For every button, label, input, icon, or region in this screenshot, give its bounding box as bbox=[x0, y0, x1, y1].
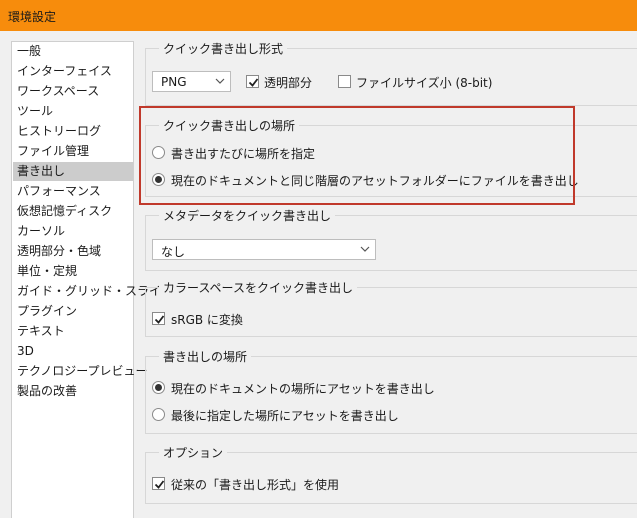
sidebar-item-technology-previews[interactable]: テクノロジープレビュー bbox=[13, 362, 148, 381]
sidebar-item-general[interactable]: 一般 bbox=[13, 42, 133, 61]
current-doc-location-label: 現在のドキュメントの場所にアセットを書き出し bbox=[171, 382, 435, 396]
sidebar-item-cursors[interactable]: カーソル bbox=[13, 222, 133, 241]
window-title: 環境設定 bbox=[8, 10, 57, 24]
options-title: オプション bbox=[159, 444, 228, 461]
sidebar-item-plugins[interactable]: プラグイン bbox=[13, 302, 133, 321]
sidebar-item-interface[interactable]: インターフェイス bbox=[13, 62, 133, 81]
sidebar-item-scratch-disks[interactable]: 仮想記憶ディスク bbox=[13, 202, 133, 221]
metadata-title: メタデータをクイック書き出し bbox=[159, 207, 336, 224]
highlight-box bbox=[139, 106, 575, 205]
sidebar-item-export[interactable]: 書き出し bbox=[13, 162, 133, 181]
legacy-export-label: 従来の「書き出し形式」を使用 bbox=[171, 478, 340, 492]
sidebar-item-transparency-gamut[interactable]: 透明部分・色域 bbox=[13, 242, 133, 261]
title-bar: 環境設定 bbox=[0, 0, 637, 31]
colorspace-title: カラースペースをクイック書き出し bbox=[159, 279, 357, 296]
sidebar-item-type[interactable]: テキスト bbox=[13, 322, 133, 341]
sidebar-item-workspace[interactable]: ワークスペース bbox=[13, 82, 133, 101]
transparency-label: 透明部分 bbox=[264, 76, 313, 90]
checkmark-icon bbox=[154, 480, 165, 489]
current-doc-location-radio[interactable] bbox=[152, 381, 165, 394]
small-file-checkbox[interactable] bbox=[338, 75, 351, 88]
small-file-label: ファイルサイズ小 (8-bit) bbox=[356, 76, 493, 90]
chevron-down-icon bbox=[360, 246, 370, 252]
last-used-location-label: 最後に指定した場所にアセットを書き出し bbox=[171, 409, 399, 423]
last-used-location-radio[interactable] bbox=[152, 408, 165, 421]
format-select-value: PNG bbox=[161, 75, 187, 89]
srgb-checkbox[interactable] bbox=[152, 312, 165, 325]
sidebar-item-product-improvement[interactable]: 製品の改善 bbox=[13, 382, 133, 401]
srgb-label: sRGB に変換 bbox=[171, 313, 243, 327]
export-location-title: 書き出しの場所 bbox=[159, 348, 252, 365]
transparency-checkbox[interactable] bbox=[246, 75, 259, 88]
category-list[interactable]: 一般 インターフェイス ワークスペース ツール ヒストリーログ ファイル管理 書… bbox=[11, 41, 173, 518]
sidebar-item-tools[interactable]: ツール bbox=[13, 102, 133, 121]
sidebar-item-guides-grid-slices[interactable]: ガイド・グリッド・スライス bbox=[13, 282, 173, 301]
sidebar-item-performance[interactable]: パフォーマンス bbox=[13, 182, 133, 201]
format-select[interactable]: PNG bbox=[152, 71, 231, 92]
legacy-export-checkbox[interactable] bbox=[152, 477, 165, 490]
metadata-select-value: なし bbox=[161, 245, 186, 259]
quick-export-format-title: クイック書き出し形式 bbox=[159, 40, 288, 57]
checkmark-icon bbox=[154, 315, 165, 324]
checkmark-icon bbox=[248, 78, 259, 87]
sidebar-item-3d[interactable]: 3D bbox=[13, 342, 133, 361]
chevron-down-icon bbox=[215, 78, 225, 84]
metadata-select[interactable]: なし bbox=[152, 239, 376, 260]
sidebar-item-file-handling[interactable]: ファイル管理 bbox=[13, 142, 133, 161]
sidebar-item-units-rulers[interactable]: 単位・定規 bbox=[13, 262, 133, 281]
sidebar-item-history-log[interactable]: ヒストリーログ bbox=[13, 122, 133, 141]
